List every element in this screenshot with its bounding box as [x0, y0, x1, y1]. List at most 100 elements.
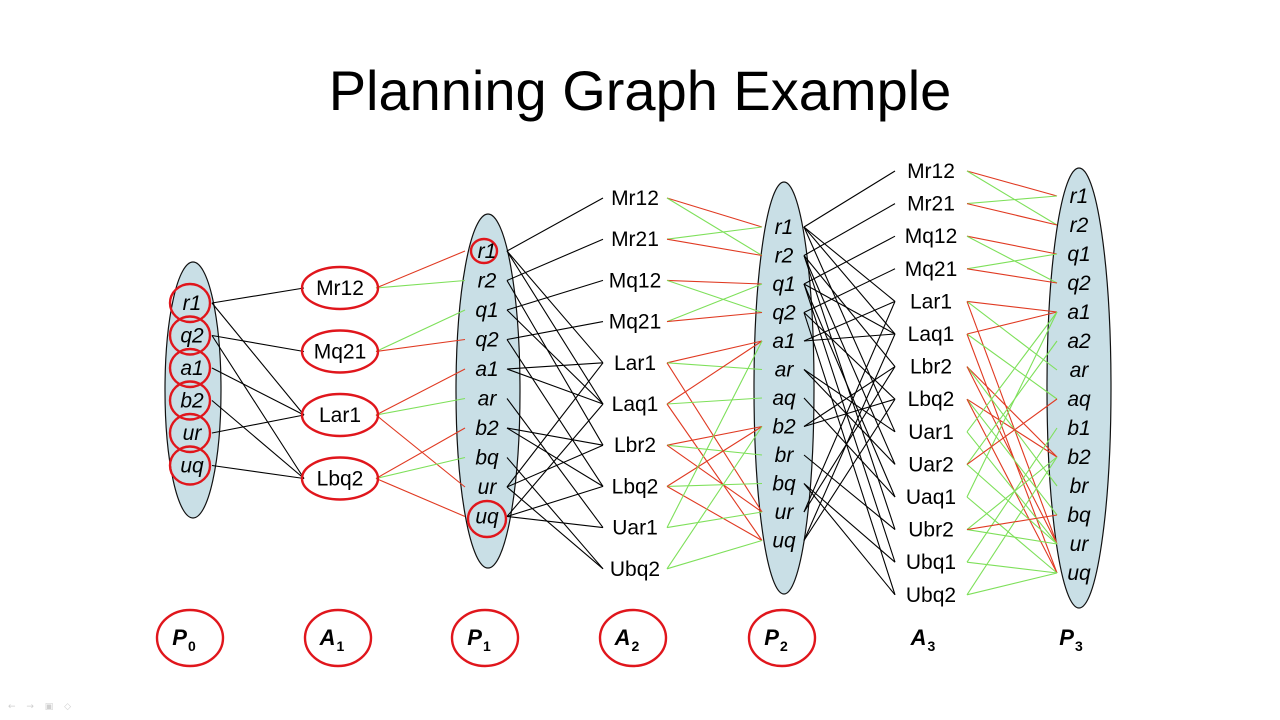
level-label-p3: P3: [1059, 625, 1083, 654]
level-label-p0: P0: [172, 625, 196, 654]
level-label-p1: P1: [467, 625, 491, 654]
proposition-p3-a1: a1: [1067, 301, 1090, 324]
level-letter: A: [614, 625, 631, 650]
action-a1-mr12: Mr12: [316, 277, 364, 300]
level-label-a3: A3: [910, 625, 936, 654]
proposition-p1-ur: ur: [478, 476, 498, 499]
proposition-p3-br: br: [1070, 475, 1090, 498]
proposition-p0-ur: ur: [183, 422, 203, 445]
proposition-p3-ar: ar: [1070, 359, 1090, 382]
precondition-edge: [211, 334, 305, 353]
action-a3-ubq2: Ubq2: [906, 584, 956, 607]
action-a2-mq21: Mq21: [609, 311, 662, 334]
mutex-edge: [966, 301, 1058, 545]
level-subscript: 2: [632, 638, 640, 654]
proposition-p2-r1: r1: [775, 216, 794, 239]
mutex-edge: [966, 572, 1058, 596]
precondition-edge: [803, 333, 896, 541]
slide-toolbar[interactable]: ← → ▣ ◇: [8, 702, 75, 712]
level-letter: P: [764, 625, 779, 650]
level-label-a2: A2: [614, 625, 640, 654]
precondition-edge: [506, 279, 604, 311]
mutex-edge: [666, 283, 763, 323]
proposition-p1-r1: r1: [478, 240, 497, 263]
precondition-edge: [506, 250, 604, 364]
precondition-edge: [506, 444, 604, 488]
mutex-edge: [375, 477, 466, 518]
proposition-p3-b2: b2: [1067, 446, 1091, 469]
mutex-edge: [375, 279, 466, 289]
mutex-edge: [966, 311, 1058, 498]
mutex-edge: [966, 311, 1058, 433]
mutex-edge: [666, 226, 763, 240]
proposition-p2-b2: b2: [772, 416, 796, 439]
proposition-p0-a1: a1: [180, 357, 203, 380]
mutex-edge: [966, 340, 1058, 465]
proposition-p1-ar: ar: [478, 388, 498, 411]
mutex-edge: [375, 368, 466, 416]
precondition-edge: [803, 255, 896, 367]
mutex-edge: [375, 397, 466, 416]
mutex-edge: [666, 362, 763, 513]
precondition-edge: [506, 362, 604, 488]
action-a3-uaq1: Uaq1: [906, 486, 956, 509]
mutex-edge: [966, 456, 1058, 596]
precondition-edge: [211, 400, 305, 479]
proposition-p2-q1: q1: [772, 273, 795, 296]
mutex-edge: [966, 203, 1058, 226]
action-a3-uar1: Uar1: [908, 421, 954, 444]
proposition-p1-q1: q1: [475, 299, 498, 322]
mutex-edge: [966, 561, 1058, 574]
action-a1-mq21: Mq21: [314, 341, 367, 364]
proposition-p2-uq: uq: [772, 530, 796, 553]
level-subscript: 3: [928, 638, 936, 654]
proposition-p3-r2: r2: [1070, 214, 1089, 237]
mutex-edge: [966, 456, 1058, 531]
proposition-p0-b2: b2: [180, 390, 204, 413]
level-label-a1: A1: [319, 625, 345, 654]
precondition-edge: [506, 197, 604, 252]
level-letter: P: [172, 625, 187, 650]
level-subscript: 1: [483, 638, 491, 654]
level-label-p2: P2: [764, 625, 788, 654]
proposition-p0-uq: uq: [180, 455, 204, 478]
action-a3-ubq1: Ubq1: [906, 551, 956, 574]
precondition-edge: [506, 457, 604, 570]
action-a2-lbq2: Lbq2: [612, 475, 659, 498]
action-a3-mr21: Mr21: [907, 193, 955, 216]
mutex-edge: [966, 253, 1058, 270]
mutex-edge: [666, 279, 763, 314]
proposition-p3-aq: aq: [1067, 388, 1091, 411]
level-letter: P: [1059, 625, 1074, 650]
mutex-edge: [666, 539, 763, 570]
action-a2-ubq2: Ubq2: [610, 558, 660, 581]
precondition-edge: [506, 398, 604, 528]
mutex-edge: [966, 398, 1058, 516]
proposition-p1-a1: a1: [475, 358, 498, 381]
proposition-p2-aq: aq: [772, 387, 796, 410]
proposition-p1-q2: q2: [475, 329, 499, 352]
proposition-p3-a2: a2: [1067, 330, 1091, 353]
proposition-p2-q2: q2: [772, 302, 796, 325]
action-a3-lbr2: Lbr2: [910, 356, 952, 379]
precondition-edge: [803, 483, 896, 596]
mutex-edge: [966, 170, 1058, 197]
mutex-edge: [966, 366, 1058, 458]
action-a3-uar2: Uar2: [908, 453, 954, 476]
proposition-p2-a1: a1: [772, 330, 795, 353]
mutex-edge: [666, 485, 763, 541]
action-a2-mr21: Mr21: [611, 228, 659, 251]
proposition-p3-uq: uq: [1067, 562, 1091, 585]
mutex-edge: [666, 397, 763, 405]
mutex-edge: [666, 340, 763, 364]
proposition-p2-br: br: [775, 444, 795, 467]
proposition-p3-ur: ur: [1070, 533, 1090, 556]
action-a3-mr12: Mr12: [907, 160, 955, 183]
mutex-edge: [966, 170, 1058, 226]
mutex-edge: [666, 197, 763, 228]
proposition-p2-r2: r2: [775, 245, 794, 268]
mutex-edge: [966, 195, 1058, 205]
precondition-edge: [506, 339, 604, 487]
level-subscript: 2: [780, 638, 788, 654]
precondition-edge: [803, 483, 896, 563]
